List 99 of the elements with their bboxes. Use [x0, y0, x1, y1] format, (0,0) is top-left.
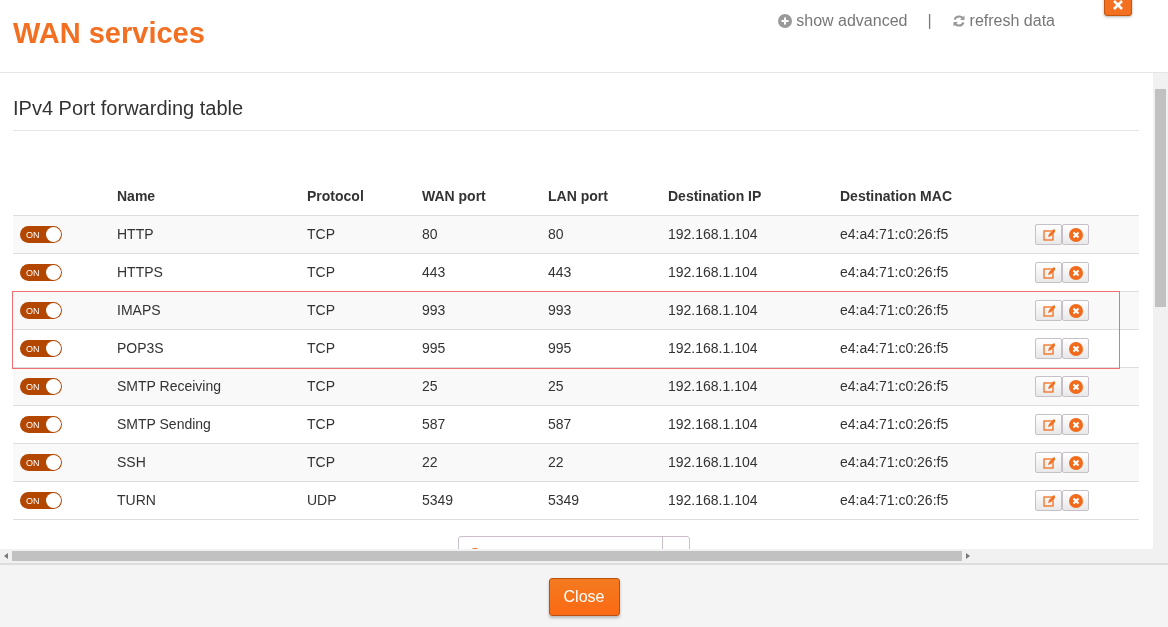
table-cell: TCP	[307, 367, 422, 406]
table-cell: e4:a4:71:c0:26:f5	[840, 443, 1035, 482]
edit-icon	[1042, 456, 1055, 469]
show-advanced-link[interactable]: show advanced	[778, 12, 908, 30]
toggle-switch[interactable]: ON	[20, 378, 62, 395]
table-cell: SMTP Receiving	[117, 367, 307, 406]
table-cell: 443	[422, 253, 548, 292]
edit-icon	[1042, 304, 1055, 317]
toggle-switch[interactable]: ON	[20, 454, 62, 471]
table-cell: e4:a4:71:c0:26:f5	[840, 481, 1035, 520]
table-cell: e4:a4:71:c0:26:f5	[840, 215, 1035, 254]
toggle-switch[interactable]: ON	[20, 416, 62, 433]
table-cell: TCP	[307, 215, 422, 254]
toggle-switch[interactable]: ON	[20, 340, 62, 357]
edit-button[interactable]	[1035, 452, 1062, 473]
refresh-icon	[951, 14, 966, 28]
column-header: WAN port	[422, 177, 548, 216]
section-title: IPv4 Port forwarding table	[13, 97, 1139, 131]
delete-button[interactable]	[1062, 376, 1089, 397]
table-cell: TCP	[307, 405, 422, 444]
table-cell: 192.168.1.104	[668, 443, 840, 482]
delete-icon	[1068, 227, 1083, 242]
edit-button[interactable]	[1035, 490, 1062, 511]
delete-button[interactable]	[1062, 224, 1089, 245]
table-cell: TURN	[117, 481, 307, 520]
delete-icon	[1068, 493, 1083, 508]
delete-button[interactable]	[1062, 262, 1089, 283]
edit-icon	[1042, 228, 1055, 241]
delete-icon	[1068, 341, 1083, 356]
delete-icon	[1068, 265, 1083, 280]
delete-button[interactable]	[1062, 300, 1089, 321]
table-cell: 80	[548, 215, 668, 254]
table-cell: TCP	[307, 443, 422, 482]
table-cell: SMTP Sending	[117, 405, 307, 444]
edit-icon	[1042, 266, 1055, 279]
separator-text: |	[927, 12, 932, 30]
edit-button[interactable]	[1035, 414, 1062, 435]
table-cell: 5349	[422, 481, 548, 520]
column-header: Name	[117, 177, 307, 216]
vertical-scrollbar[interactable]	[1153, 73, 1168, 549]
edit-button[interactable]	[1035, 338, 1062, 359]
edit-icon	[1042, 494, 1055, 507]
edit-icon	[1042, 418, 1055, 431]
table-cell: 192.168.1.104	[668, 367, 840, 406]
table-cell: HTTPS	[117, 253, 307, 292]
table-cell: 22	[422, 443, 548, 482]
table-cell: 5349	[548, 481, 668, 520]
edit-button[interactable]	[1035, 376, 1062, 397]
table-cell: TCP	[307, 253, 422, 292]
plus-circle-icon	[778, 14, 793, 28]
toggle-switch[interactable]: ON	[20, 264, 62, 281]
delete-icon	[1068, 379, 1083, 394]
table-cell: TCP	[307, 291, 422, 330]
refresh-link[interactable]: refresh data	[951, 12, 1055, 30]
table-cell: 192.168.1.104	[668, 405, 840, 444]
column-header: LAN port	[548, 177, 668, 216]
column-header: Protocol	[307, 177, 422, 216]
delete-icon	[1068, 455, 1083, 470]
table-cell: 25	[422, 367, 548, 406]
table-cell: SSH	[117, 443, 307, 482]
edit-icon	[1042, 380, 1055, 393]
table-cell: e4:a4:71:c0:26:f5	[840, 405, 1035, 444]
table-cell: 25	[548, 367, 668, 406]
delete-icon	[1068, 417, 1083, 432]
edit-icon	[1042, 342, 1055, 355]
delete-button[interactable]	[1062, 414, 1089, 435]
table-cell: e4:a4:71:c0:26:f5	[840, 367, 1035, 406]
delete-button[interactable]	[1062, 490, 1089, 511]
toggle-switch[interactable]: ON	[20, 492, 62, 509]
table-cell: 192.168.1.104	[668, 253, 840, 292]
dialog-title: WAN services	[13, 17, 205, 50]
column-header: Destination IP	[668, 177, 840, 216]
table-cell: 993	[548, 291, 668, 330]
close-button[interactable]: Close	[548, 578, 620, 616]
table-cell: 192.168.1.104	[668, 215, 840, 254]
edit-button[interactable]	[1035, 262, 1062, 283]
edit-button[interactable]	[1035, 224, 1062, 245]
toggle-switch[interactable]: ON	[20, 226, 62, 243]
table-cell: 587	[422, 405, 548, 444]
table-cell: 80	[422, 215, 548, 254]
column-header: Destination MAC	[840, 177, 1035, 216]
horizontal-scrollbar[interactable]	[0, 549, 1168, 564]
table-cell: 192.168.1.104	[668, 481, 840, 520]
close-button[interactable]	[1104, 0, 1132, 16]
toggle-switch[interactable]: ON	[20, 302, 62, 319]
table-cell: UDP	[307, 481, 422, 520]
delete-button[interactable]	[1062, 338, 1089, 359]
delete-button[interactable]	[1062, 452, 1089, 473]
table-cell: 192.168.1.104	[668, 291, 840, 330]
table-cell: 22	[548, 443, 668, 482]
table-cell: IMAPS	[117, 291, 307, 330]
table-cell: 443	[548, 253, 668, 292]
table-cell: e4:a4:71:c0:26:f5	[840, 291, 1035, 330]
table-cell: 993	[422, 291, 548, 330]
table-cell: HTTP	[117, 215, 307, 254]
close-icon	[1113, 0, 1123, 10]
delete-icon	[1068, 303, 1083, 318]
edit-button[interactable]	[1035, 300, 1062, 321]
table-cell: 587	[548, 405, 668, 444]
